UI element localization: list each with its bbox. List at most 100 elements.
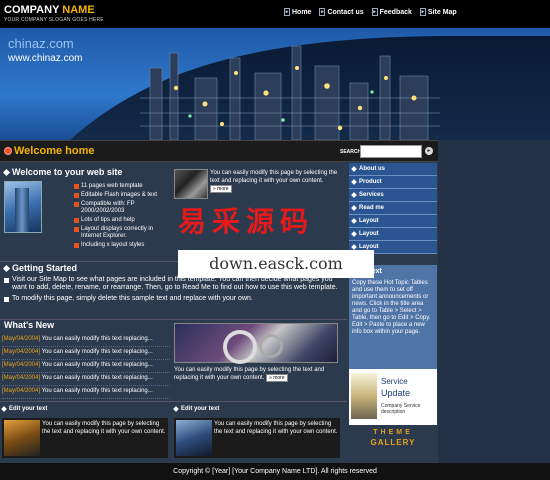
sidebar-item-product[interactable]: Product: [349, 176, 437, 189]
edit-box-title: Edit your text: [9, 406, 48, 412]
bullet-icon: [74, 184, 79, 189]
right-gutter: [438, 140, 550, 463]
divider: [0, 401, 347, 402]
edit-box-heading: Edit your text: [173, 406, 344, 412]
feature-text: Editable Flash images & text: [81, 192, 158, 198]
list-item[interactable]: [May/04/2004] You can easily modify this…: [2, 360, 170, 373]
more-label: more: [273, 375, 285, 381]
logo[interactable]: COMPANY NAME YOUR COMPANY SLOGAN GOES HE…: [4, 4, 104, 23]
bullet-icon: [74, 193, 79, 198]
list-item[interactable]: [May/04/2004] You can easily modify this…: [2, 347, 170, 360]
list-item: Editable Flash images & text: [74, 192, 174, 199]
news-text: You can easily modify this text replacin…: [41, 375, 153, 381]
service-update-box[interactable]: Service Update Company Service descripti…: [349, 369, 437, 425]
service-image: [351, 373, 377, 419]
list-item[interactable]: [May/04/2004] You can easily modify this…: [2, 334, 170, 347]
news-text: You can easily modify this text replacin…: [41, 388, 153, 394]
more-label: more: [217, 186, 229, 192]
bullet-icon: [74, 227, 79, 232]
promo-mid-body: You can easily modify this page by selec…: [174, 367, 325, 381]
edit-box-panel: You can easily modify this page by selec…: [2, 418, 168, 458]
news-date: [May/04/2004]: [2, 349, 41, 355]
edit-box-panel: You can easily modify this page by selec…: [174, 418, 340, 458]
nav-home[interactable]: ▸ Home: [284, 8, 311, 16]
bullet-icon: [351, 179, 357, 185]
nav-feedback[interactable]: ▸ Feedback: [371, 8, 412, 16]
banner-domain: chinaz.com: [8, 36, 74, 51]
sidebar-item-label: Product: [359, 179, 382, 185]
getting-started-paragraph: To modify this page, simply delete this …: [4, 295, 344, 303]
bullet-icon: [173, 406, 179, 412]
getting-started-title: Getting Started: [12, 263, 78, 273]
news-text: You can easily modify this text replacin…: [41, 362, 153, 368]
service-update-title: Update: [381, 388, 411, 398]
nav-home-label: Home: [292, 8, 312, 16]
feature-text: Lots of tips and help: [81, 217, 135, 223]
edit-box-image: [176, 420, 212, 456]
nav-arrow-icon: ▸: [284, 8, 290, 16]
company-slogan: YOUR COMPANY SLOGAN GOES HERE: [4, 17, 104, 23]
whats-new-heading: What's New: [4, 320, 170, 330]
bullet-icon: [2, 168, 11, 176]
sidebar-item-label: About us: [359, 166, 385, 172]
welcome-site-heading: Welcome to your web site: [2, 167, 172, 177]
welcome-site-title: Welcome to your web site: [12, 167, 123, 177]
list-item: 11 pages web template: [74, 183, 174, 190]
list-item: Layout displays correctly in Internet Ex…: [74, 226, 174, 240]
watermark-url: down.easck.com: [178, 250, 374, 278]
promo-mid: You can easily modify this page by selec…: [174, 323, 344, 393]
nav-feedback-label: Feedback: [379, 8, 412, 16]
list-item: Compatible with: FP 2000/2002/2003: [74, 201, 174, 215]
bullet-icon: [1, 406, 7, 412]
list-item[interactable]: [May/04/2004] You can easily modify this…: [2, 386, 170, 399]
more-button[interactable]: » more: [266, 374, 288, 382]
theme-gallery-logo[interactable]: THEME GALLERY: [363, 429, 423, 461]
edit-box-title: Edit your text: [181, 406, 220, 412]
watermark-cn: 易采源码: [178, 205, 315, 238]
news-date: [May/04/2004]: [2, 362, 41, 368]
welcome-title: Welcome home: [14, 145, 95, 157]
bullet-icon: [2, 264, 11, 272]
bullet-icon: [4, 278, 9, 283]
whats-new-title: What's New: [4, 320, 55, 330]
company-name: COMPANY NAME: [4, 4, 104, 16]
banner-image: [70, 36, 550, 140]
top-nav: ▸ Home ▸ Contact us ▸ Feedback ▸ Site Map: [284, 8, 465, 16]
news-date: [May/04/2004]: [2, 336, 41, 342]
banner: chinaz.com www.chinaz.com: [0, 28, 550, 140]
footer: Copyright © [Year] [Your Company Name LT…: [0, 463, 550, 480]
news-date: [May/04/2004]: [2, 388, 41, 394]
building-image: [4, 181, 42, 233]
nav-site-map[interactable]: ▸ Site Map: [419, 8, 457, 16]
bullet-icon: [351, 166, 357, 172]
promo-top-body: You can easily modify this page by selec…: [210, 170, 338, 184]
feature-text: Compatible with: FP 2000/2002/2003: [81, 201, 135, 214]
company-name-highlight: NAME: [62, 4, 95, 16]
welcome-dot-icon: [4, 147, 12, 155]
news-date: [May/04/2004]: [2, 375, 41, 381]
edit-box-image: [4, 420, 40, 456]
search-label: SEARCH: [340, 149, 362, 155]
search-input[interactable]: [360, 145, 422, 158]
bullet-icon: [351, 192, 357, 198]
edit-box: Edit your text You can easily modify thi…: [173, 406, 344, 466]
feature-text: Including x layout styles: [81, 242, 145, 248]
nav-contact-label: Contact us: [327, 8, 364, 16]
edit-box-text: You can easily modify this page by selec…: [42, 421, 166, 435]
welcome-site-section: Welcome to your web site 11 pages web te…: [2, 167, 174, 263]
gallery-line2: GALLERY: [370, 438, 416, 447]
nav-contact-us[interactable]: ▸ Contact us: [319, 8, 364, 16]
watermark: 易采源码 down.easck.com: [178, 200, 374, 282]
nav-arrow-icon: ▸: [371, 8, 378, 16]
feature-list: 11 pages web template Editable Flash ima…: [74, 183, 174, 251]
search-go-icon[interactable]: ▸: [425, 147, 433, 155]
more-button[interactable]: » more: [210, 185, 232, 193]
promo-top-image: [174, 169, 208, 199]
bullet-icon: [74, 218, 79, 223]
company-prefix: COMPANY: [4, 4, 63, 16]
getting-started-text: To modify this page, simply delete this …: [12, 295, 253, 302]
edit-box-text: You can easily modify this page by selec…: [214, 421, 338, 435]
list-item[interactable]: [May/04/2004] You can easily modify this…: [2, 373, 170, 386]
sidebar-item-about-us[interactable]: About us: [349, 163, 437, 176]
banner-domain-www: www.chinaz.com: [8, 53, 83, 64]
